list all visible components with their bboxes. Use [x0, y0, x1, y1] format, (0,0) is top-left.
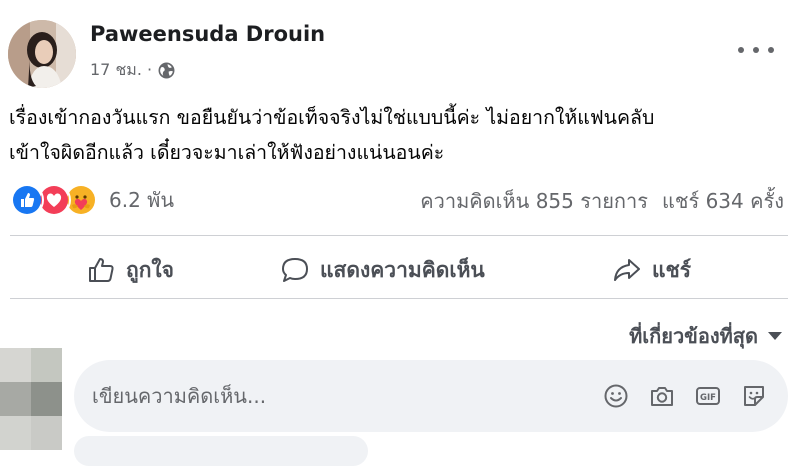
reactions-summary[interactable]: 6.2 พัน	[10, 183, 174, 217]
comment-label: แสดงความคิดเห็น	[320, 257, 485, 282]
comment-sort-label: ที่เกี่ยวข้องที่สุด	[629, 324, 758, 348]
globe-icon	[158, 62, 175, 79]
share-arrow-icon	[614, 259, 640, 281]
reaction-count[interactable]: 6.2 พัน	[109, 184, 174, 216]
post-time[interactable]: 17 ชม. ·	[90, 58, 152, 83]
post-text-line: เรื่องเข้ากองวันแรก ขอยืนยันว่าข้อเท็จจร…	[9, 106, 655, 129]
dot-icon	[768, 47, 774, 53]
like-label: ถูกใจ	[126, 257, 174, 282]
dot-icon	[738, 47, 744, 53]
more-options-button[interactable]	[738, 38, 774, 62]
post-meta: 17 ชม. ·	[90, 58, 175, 83]
caret-down-icon	[768, 332, 782, 340]
next-comment-bubble	[74, 436, 368, 466]
dot-icon	[753, 47, 759, 53]
camera-icon[interactable]	[648, 382, 676, 410]
shares-count[interactable]: แชร์ 634 ครั้ง	[662, 185, 784, 217]
current-user-avatar[interactable]	[0, 348, 62, 450]
engagement-counts: ความคิดเห็น 855 รายการ แชร์ 634 ครั้ง	[420, 185, 784, 217]
comment-sort-dropdown[interactable]: ที่เกี่ยวข้องที่สุด	[629, 320, 782, 352]
thumbs-up-icon	[89, 258, 114, 282]
post-text-line: เข้าใจผิดอีกแล้ว เดี๋ยวจะมาเล่าให้ฟังอย่…	[9, 141, 445, 164]
share-label: แชร์	[652, 257, 692, 282]
author-avatar[interactable]	[8, 20, 76, 88]
like-reaction-icon	[10, 183, 44, 217]
gif-icon[interactable]: GIF	[694, 382, 722, 410]
divider	[10, 298, 788, 299]
divider	[10, 235, 788, 236]
author-name[interactable]: Paweensuda Drouin	[90, 22, 325, 46]
emoji-icon[interactable]	[602, 382, 630, 410]
comment-tools: GIF	[602, 382, 768, 410]
comment-composer[interactable]: เขียนความคิดเห็น... GIF	[74, 360, 788, 432]
svg-text:GIF: GIF	[700, 393, 716, 403]
speech-bubble-icon	[282, 258, 308, 282]
comment-button[interactable]: แสดงความคิดเห็น	[280, 251, 485, 289]
share-button[interactable]: แชร์	[612, 251, 691, 289]
comments-count[interactable]: ความคิดเห็น 855 รายการ	[420, 185, 648, 217]
post-text: เรื่องเข้ากองวันแรก ขอยืนยันว่าข้อเท็จจร…	[9, 100, 794, 170]
like-button[interactable]: ถูกใจ	[86, 251, 174, 289]
sticker-icon[interactable]	[740, 382, 768, 410]
comment-input[interactable]: เขียนความคิดเห็น...	[92, 380, 602, 412]
